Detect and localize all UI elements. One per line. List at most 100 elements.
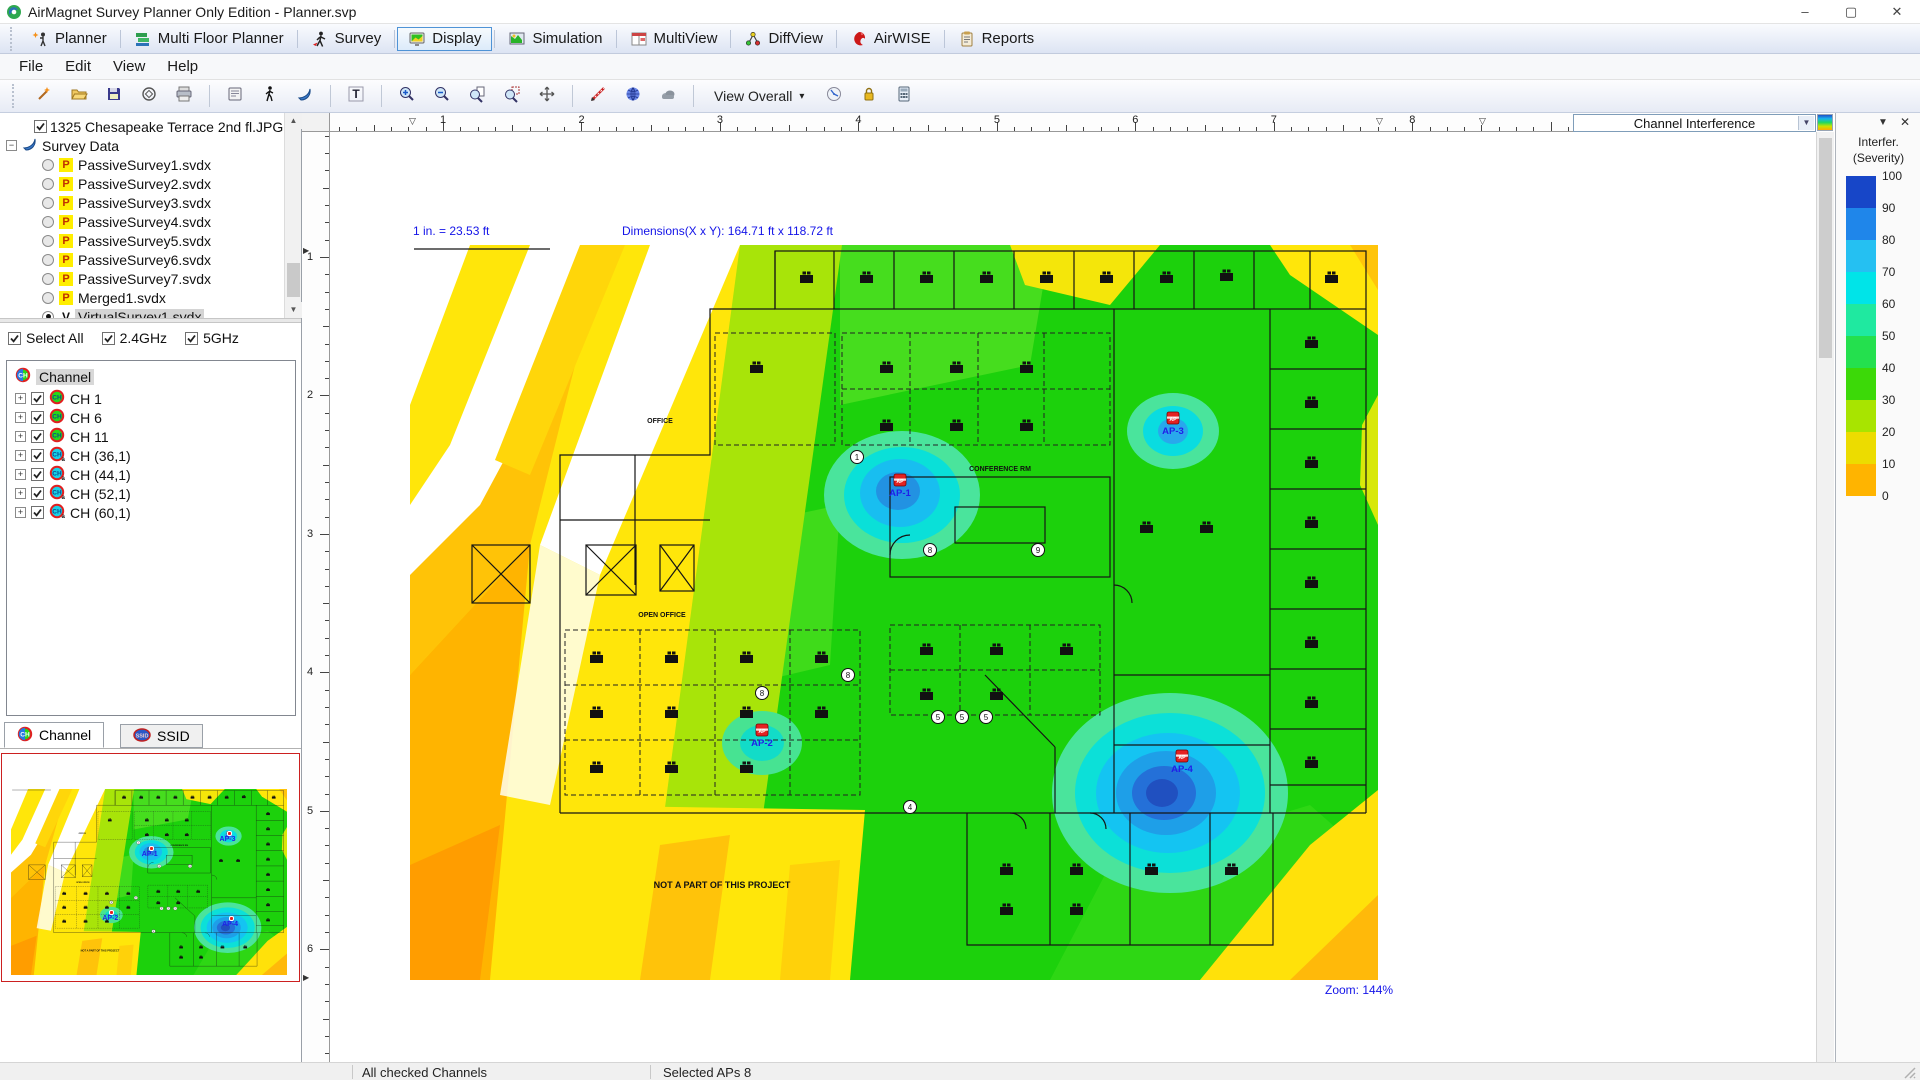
- minimize-button[interactable]: –: [1782, 0, 1828, 24]
- expand-icon[interactable]: +: [15, 412, 26, 423]
- menu-file[interactable]: File: [8, 55, 54, 78]
- calculator-button[interactable]: [891, 83, 917, 109]
- canvas-scroll-thumb[interactable]: [1819, 138, 1832, 358]
- ribbon-tab-multiview[interactable]: MultiView: [619, 27, 729, 51]
- new-project-button[interactable]: [31, 83, 57, 109]
- filter-checkbox[interactable]: [8, 332, 21, 345]
- measure-button[interactable]: [585, 83, 611, 109]
- channel-row-ch-60-1[interactable]: +CHaCH (60,1): [15, 503, 131, 522]
- survey-radio[interactable]: [42, 254, 54, 266]
- scroll-thumb[interactable]: [287, 263, 300, 297]
- expand-icon[interactable]: +: [15, 507, 26, 518]
- tree-item-passivesurvey7-svdx[interactable]: PPassiveSurvey7.svdx: [42, 269, 214, 288]
- open-button[interactable]: [66, 83, 92, 109]
- channel-row-ch-6[interactable]: +CHCH 6: [15, 408, 102, 427]
- legend-collapse-icon[interactable]: ▼: [1878, 117, 1888, 128]
- tree-item-virtualsurvey1-svdx[interactable]: VVirtualSurvey1.svdx: [42, 307, 204, 318]
- tree-scrollbar[interactable]: ▲ ▼: [284, 113, 301, 318]
- survey-radio[interactable]: [42, 273, 54, 285]
- channel-checkbox[interactable]: [31, 411, 44, 424]
- ribbon-tab-airwise[interactable]: AirWISE: [839, 27, 942, 51]
- channel-checkbox[interactable]: [31, 506, 44, 519]
- colorbar-toggle-button[interactable]: [1817, 114, 1833, 131]
- text-tool-button[interactable]: T: [343, 83, 369, 109]
- channel-row-ch-52-1[interactable]: +CHaCH (52,1): [15, 484, 131, 503]
- filter-select-all[interactable]: Select All: [8, 330, 84, 346]
- view-overall-dropdown[interactable]: View Overall▾: [706, 85, 812, 107]
- survey-radio[interactable]: [42, 159, 54, 171]
- expand-icon[interactable]: +: [15, 469, 26, 480]
- zoom-page-button[interactable]: [464, 83, 490, 109]
- channel-checkbox[interactable]: [31, 487, 44, 500]
- zoom-area-button[interactable]: [499, 83, 525, 109]
- properties-button[interactable]: [222, 83, 248, 109]
- ribbon-tab-reports[interactable]: Reports: [947, 27, 1046, 51]
- channel-row-ch-44-1[interactable]: +CHaCH (44,1): [15, 465, 131, 484]
- channel-row-ch-11[interactable]: +CHCH 11: [15, 427, 109, 446]
- expand-icon[interactable]: +: [15, 488, 26, 499]
- tree-item-passivesurvey5-svdx[interactable]: PPassiveSurvey5.svdx: [42, 231, 214, 250]
- channel-checkbox[interactable]: [31, 468, 44, 481]
- map-canvas[interactable]: 1 in. = 23.53 ft Dimensions(X x Y): 164.…: [330, 132, 1816, 1062]
- chevron-down-icon[interactable]: ▼: [1798, 116, 1814, 130]
- maximize-button[interactable]: ▢: [1828, 0, 1874, 24]
- overview-thumbnail[interactable]: AP-1AP-2AP-3AP-4: [1, 753, 300, 982]
- tree-item-passivesurvey4-svdx[interactable]: PPassiveSurvey4.svdx: [42, 212, 214, 231]
- expand-icon[interactable]: +: [15, 450, 26, 461]
- survey-radio[interactable]: [42, 235, 54, 247]
- panel-splitter[interactable]: [0, 318, 301, 323]
- channel-checkbox[interactable]: [31, 392, 44, 405]
- channel-checkbox[interactable]: [31, 449, 44, 462]
- tree-item-passivesurvey1-svdx[interactable]: PPassiveSurvey1.svdx: [42, 155, 214, 174]
- ribbon-tab-multi-floor-planner[interactable]: Multi Floor Planner: [123, 27, 295, 51]
- survey-radio[interactable]: [42, 178, 54, 190]
- tree-item-merged1-svdx[interactable]: PMerged1.svdx: [42, 288, 169, 307]
- collapse-icon[interactable]: −: [6, 140, 17, 151]
- cloud-button[interactable]: [655, 83, 681, 109]
- canvas-scrollbar[interactable]: [1816, 132, 1834, 1062]
- channel-row-ch-1[interactable]: +CHCH 1: [15, 389, 102, 408]
- ribbon-tab-diffview[interactable]: DiffView: [733, 27, 833, 51]
- channel-checkbox[interactable]: [31, 430, 44, 443]
- filter-checkbox[interactable]: [102, 332, 115, 345]
- expand-icon[interactable]: +: [15, 431, 26, 442]
- network-globe-button[interactable]: [620, 83, 646, 109]
- resize-grip[interactable]: [1903, 1066, 1917, 1080]
- tree-item-passivesurvey3-svdx[interactable]: PPassiveSurvey3.svdx: [42, 193, 214, 212]
- floor-image-checkbox[interactable]: [34, 120, 47, 133]
- tree-item-survey-data[interactable]: −Survey Data: [6, 136, 122, 155]
- survey-radio[interactable]: [42, 311, 54, 319]
- ribbon-tab-survey[interactable]: Survey: [300, 27, 393, 51]
- scroll-down-arrow[interactable]: ▼: [285, 302, 302, 318]
- print-button[interactable]: [171, 83, 197, 109]
- survey-radio[interactable]: [42, 216, 54, 228]
- ribbon-tab-display[interactable]: Display: [397, 27, 492, 51]
- zoom-out-button[interactable]: [429, 83, 455, 109]
- survey-radio[interactable]: [42, 197, 54, 209]
- view-type-dropdown[interactable]: Channel Interference ▼: [1573, 114, 1816, 132]
- channel-row-ch-36-1[interactable]: +CHaCH (36,1): [15, 446, 131, 465]
- compass-button[interactable]: [821, 83, 847, 109]
- record-button[interactable]: [136, 83, 162, 109]
- scroll-up-arrow[interactable]: ▲: [285, 113, 302, 129]
- floorplan-heatmap[interactable]: [410, 245, 1378, 980]
- lock-button[interactable]: [856, 83, 882, 109]
- legend-close-icon[interactable]: ✕: [1900, 115, 1910, 129]
- tab-channel[interactable]: CHChannel: [4, 722, 104, 748]
- survey-walk-button[interactable]: [257, 83, 283, 109]
- tab-ssid[interactable]: SSIDSSID: [120, 724, 203, 748]
- menu-edit[interactable]: Edit: [54, 55, 102, 78]
- menu-help[interactable]: Help: [156, 55, 209, 78]
- save-button[interactable]: [101, 83, 127, 109]
- filter-checkbox[interactable]: [185, 332, 198, 345]
- filter-2-4ghz[interactable]: 2.4GHz: [102, 330, 167, 346]
- tree-item-passivesurvey6-svdx[interactable]: PPassiveSurvey6.svdx: [42, 250, 214, 269]
- tree-item-floor-image[interactable]: 1325 Chesapeake Terrace 2nd fl.JPG: [34, 117, 286, 136]
- ribbon-tab-simulation[interactable]: Simulation: [497, 27, 613, 51]
- channel-root-row[interactable]: CHChannel: [15, 367, 94, 386]
- airwise-swoosh-button[interactable]: [292, 83, 318, 109]
- filter-5ghz[interactable]: 5GHz: [185, 330, 239, 346]
- pan-button[interactable]: [534, 83, 560, 109]
- tree-item-passivesurvey2-svdx[interactable]: PPassiveSurvey2.svdx: [42, 174, 214, 193]
- ribbon-tab-planner[interactable]: Planner: [20, 27, 118, 51]
